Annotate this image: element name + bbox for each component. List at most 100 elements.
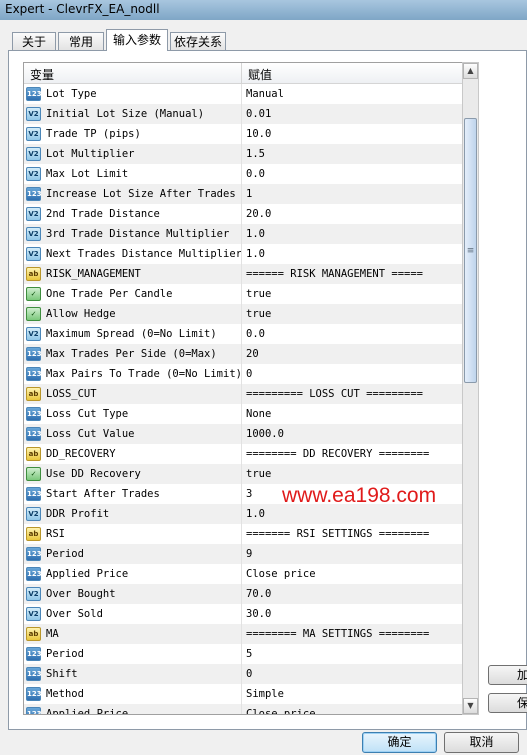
param-value[interactable]: ======== DD RECOVERY ======== (246, 444, 429, 464)
param-type-bool-icon: ✓ (26, 307, 41, 321)
param-type-double-icon: V2 (26, 107, 41, 121)
column-divider (241, 404, 242, 424)
param-value[interactable]: 1.5 (246, 144, 265, 164)
table-row[interactable]: 123 Loss Cut Type None (24, 404, 462, 424)
param-value[interactable]: Close price (246, 704, 316, 714)
param-name: Initial Lot Size (Manual) (46, 108, 205, 120)
param-name: Over Sold (46, 608, 103, 620)
param-value[interactable]: 10.0 (246, 124, 271, 144)
column-divider (241, 444, 242, 464)
table-row[interactable]: 123 Increase Lot Size After Trades 1 (24, 184, 462, 204)
param-value[interactable]: ======== MA SETTINGS ======== (246, 624, 429, 644)
param-type-double-icon: V2 (26, 147, 41, 161)
table-row[interactable]: V2 2nd Trade Distance 20.0 (24, 204, 462, 224)
param-name: Max Trades Per Side (0=Max) (46, 348, 217, 360)
table-row[interactable]: 123 Method Simple (24, 684, 462, 704)
table-row[interactable]: ab RSI ======= RSI SETTINGS ======== (24, 524, 462, 544)
table-row[interactable]: ✓ One Trade Per Candle true (24, 284, 462, 304)
table-row[interactable]: ✓ Allow Hedge true (24, 304, 462, 324)
column-divider (241, 624, 242, 644)
param-value[interactable]: 20 (246, 344, 259, 364)
table-row[interactable]: V2 Trade TP (pips) 10.0 (24, 124, 462, 144)
param-value[interactable]: 3 (246, 484, 252, 504)
scroll-down-icon[interactable]: ▼ (463, 698, 478, 714)
param-value[interactable]: 30.0 (246, 604, 271, 624)
table-row[interactable]: V2 Over Bought 70.0 (24, 584, 462, 604)
table-row[interactable]: ab DD_RECOVERY ======== DD RECOVERY ======… (24, 444, 462, 464)
param-value[interactable]: Manual (246, 84, 284, 104)
table-row[interactable]: 123 Applied Price Close price (24, 704, 462, 714)
param-value[interactable]: 1.0 (246, 244, 265, 264)
param-name: Use DD Recovery (46, 468, 141, 480)
tab-dependencies[interactable]: 依存关系 (170, 32, 226, 50)
table-row[interactable]: 123 Period 5 (24, 644, 462, 664)
param-value[interactable]: true (246, 284, 271, 304)
param-value[interactable]: 5 (246, 644, 252, 664)
title-bar[interactable]: Expert - ClevrFX_EA_nodll (0, 0, 527, 20)
param-value[interactable]: 1000.0 (246, 424, 284, 444)
param-type-double-icon: V2 (26, 127, 41, 141)
table-row[interactable]: 123 Lot Type Manual (24, 84, 462, 104)
table-row[interactable]: V2 Maximum Spread (0=No Limit) 0.0 (24, 324, 462, 344)
param-value[interactable]: 0.01 (246, 104, 271, 124)
param-value[interactable]: 0.0 (246, 324, 265, 344)
table-row[interactable]: 123 Max Trades Per Side (0=Max) 20 (24, 344, 462, 364)
param-value[interactable]: 1 (246, 184, 252, 204)
table-row[interactable]: ab MA ======== MA SETTINGS ======== (24, 624, 462, 644)
param-value[interactable]: 20.0 (246, 204, 271, 224)
param-value[interactable]: 9 (246, 544, 252, 564)
table-row[interactable]: V2 Initial Lot Size (Manual) 0.01 (24, 104, 462, 124)
table-row[interactable]: V2 Lot Multiplier 1.5 (24, 144, 462, 164)
param-value[interactable]: 0.0 (246, 164, 265, 184)
table-row[interactable]: 123 Applied Price Close price (24, 564, 462, 584)
column-header-value[interactable]: 赋值 (248, 66, 272, 83)
column-divider (241, 324, 242, 344)
param-value[interactable]: 0 (246, 664, 252, 684)
save-button[interactable]: 保 (488, 693, 527, 713)
table-row[interactable]: 123 Loss Cut Value 1000.0 (24, 424, 462, 444)
param-value[interactable]: ========= LOSS CUT ========= (246, 384, 423, 404)
param-value[interactable]: true (246, 304, 271, 324)
column-divider (241, 424, 242, 444)
load-button[interactable]: 加 (488, 665, 527, 685)
table-row[interactable]: V2 3rd Trade Distance Multiplier 1.0 (24, 224, 462, 244)
tab-common[interactable]: 常用 (58, 32, 104, 50)
param-value[interactable]: ====== RISK MANAGEMENT ===== (246, 264, 423, 284)
tab-inputs[interactable]: 输入参数 (106, 29, 168, 51)
param-type-int-icon: 123 (26, 707, 42, 714)
table-row[interactable]: ✓ Use DD Recovery true (24, 464, 462, 484)
table-row[interactable]: V2 Max Lot Limit 0.0 (24, 164, 462, 184)
table-row[interactable]: 123 Period 9 (24, 544, 462, 564)
param-value[interactable]: Close price (246, 564, 316, 584)
column-divider (241, 304, 242, 324)
scroll-up-icon[interactable]: ▲ (463, 63, 478, 79)
table-row[interactable]: ab RISK_MANAGEMENT ====== RISK MANAGEMENT … (24, 264, 462, 284)
param-name: Trade TP (pips) (46, 128, 141, 140)
column-divider (241, 664, 242, 684)
scroll-thumb[interactable]: ≡ (464, 118, 477, 383)
param-name: RSI (46, 528, 65, 540)
cancel-button[interactable]: 取消 (444, 732, 519, 753)
param-value[interactable]: 1.0 (246, 504, 265, 524)
param-type-double-icon: V2 (26, 587, 41, 601)
param-value[interactable]: true (246, 464, 271, 484)
table-row[interactable]: 123 Shift 0 (24, 664, 462, 684)
table-row[interactable]: ab LOSS_CUT ========= LOSS CUT ========= (24, 384, 462, 404)
param-name: Allow Hedge (46, 308, 116, 320)
param-value[interactable]: 0 (246, 364, 252, 384)
tab-about[interactable]: 关于 (12, 32, 56, 50)
ok-button[interactable]: 确定 (362, 732, 437, 753)
param-type-double-icon: V2 (26, 227, 41, 241)
table-row[interactable]: 123 Max Pairs To Trade (0=No Limit) 0 (24, 364, 462, 384)
param-name: DDR Profit (46, 508, 110, 520)
param-value[interactable]: None (246, 404, 271, 424)
param-value[interactable]: 1.0 (246, 224, 265, 244)
table-row[interactable]: V2 Next Trades Distance Multiplier 1.0 (24, 244, 462, 264)
param-value[interactable]: 70.0 (246, 584, 271, 604)
column-header-variable[interactable]: 变量 (30, 66, 54, 83)
param-value[interactable]: ======= RSI SETTINGS ======== (246, 524, 429, 544)
vertical-scrollbar[interactable]: ▲ ≡ ▼ (462, 62, 479, 715)
inputs-table[interactable]: 变量 赋值 123 Lot Type Manual V2 Initial Lot Siz… (23, 62, 463, 715)
table-row[interactable]: V2 Over Sold 30.0 (24, 604, 462, 624)
param-value[interactable]: Simple (246, 684, 284, 704)
